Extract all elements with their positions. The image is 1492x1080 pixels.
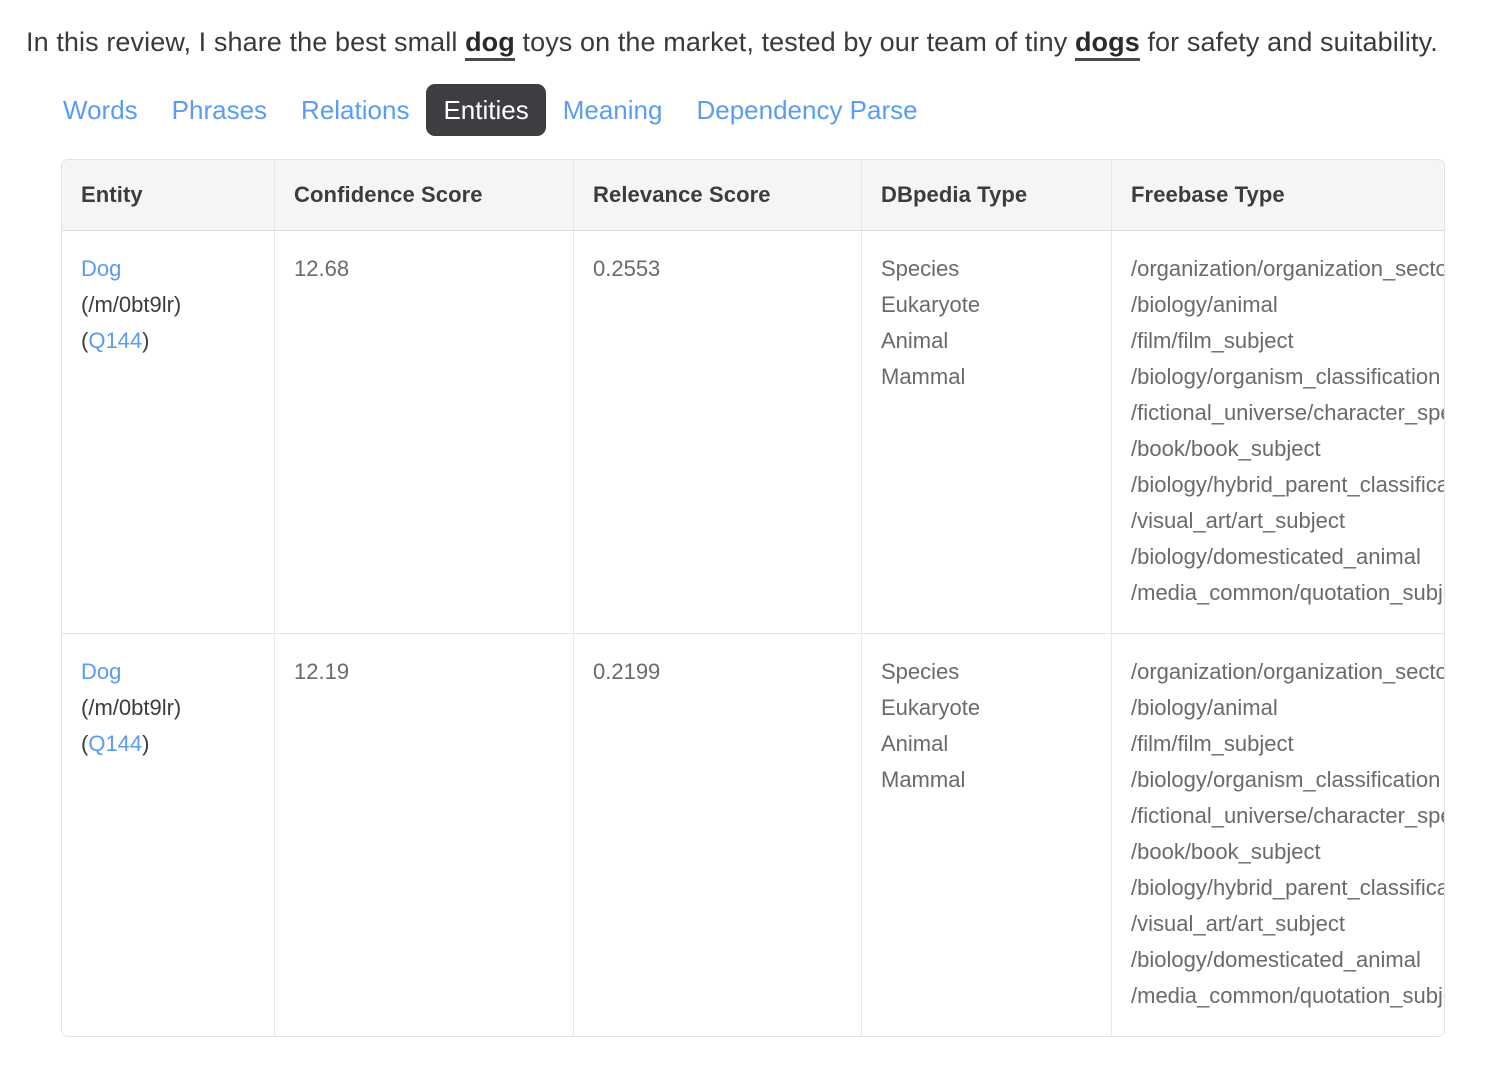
type-item: /fictional_universe/character_species <box>1131 395 1425 431</box>
qid-close-paren: ) <box>142 328 149 353</box>
entity-wikidata-qid-line: (Q144) <box>81 726 255 762</box>
tab-dependency-parse[interactable]: Dependency Parse <box>679 84 934 136</box>
freebase-type-list: /organization/organization_sector/biolog… <box>1131 251 1425 611</box>
entity-wikidata-qid-link[interactable]: Q144 <box>88 328 142 353</box>
type-item: /book/book_subject <box>1131 431 1425 467</box>
entity-wikidata-qid-link[interactable]: Q144 <box>88 731 142 756</box>
type-item: /biology/organism_classification <box>1131 762 1425 798</box>
table-header-row: Entity Confidence Score Relevance Score … <box>62 160 1444 231</box>
freebase-type-list: /organization/organization_sector/biolog… <box>1131 654 1425 1014</box>
type-item: Species <box>881 251 1092 287</box>
column-header-entity: Entity <box>62 160 275 231</box>
tab-relations[interactable]: Relations <box>284 84 426 136</box>
column-header-confidence-score: Confidence Score <box>275 160 574 231</box>
qid-close-paren: ) <box>142 731 149 756</box>
type-item: Species <box>881 654 1092 690</box>
type-item: /film/film_subject <box>1131 323 1425 359</box>
cell-freebase-types: /organization/organization_sector/biolog… <box>1112 231 1445 634</box>
entities-table-body: Dog (/m/0bt9lr) (Q144) 12.68 0.2553 Spec… <box>62 231 1444 1037</box>
type-item: Mammal <box>881 359 1092 395</box>
column-header-dbpedia-type: DBpedia Type <box>862 160 1112 231</box>
type-item: /biology/hybrid_parent_classification <box>1131 467 1425 503</box>
intro-paragraph: In this review, I share the best small d… <box>0 0 1492 73</box>
tab-entities[interactable]: Entities <box>426 84 545 136</box>
tab-words[interactable]: Words <box>46 84 155 136</box>
entity-freebase-mid: (/m/0bt9lr) <box>81 690 255 726</box>
cell-freebase-types: /organization/organization_sector/biolog… <box>1112 634 1445 1037</box>
type-item: /visual_art/art_subject <box>1131 906 1425 942</box>
type-item: /organization/organization_sector <box>1131 654 1425 690</box>
cell-dbpedia-types: SpeciesEukaryoteAnimalMammal <box>862 231 1112 634</box>
entity-identifiers: (/m/0bt9lr) (Q144) <box>81 690 255 762</box>
table-row: Dog (/m/0bt9lr) (Q144) 12.68 0.2553 Spec… <box>62 231 1444 634</box>
column-header-freebase-type: Freebase Type <box>1112 160 1445 231</box>
type-item: /media_common/quotation_subject <box>1131 575 1425 611</box>
cell-confidence-score: 12.19 <box>275 634 574 1037</box>
cell-dbpedia-types: SpeciesEukaryoteAnimalMammal <box>862 634 1112 1037</box>
type-item: /biology/organism_classification <box>1131 359 1425 395</box>
analysis-tab-bar: Words Phrases Relations Entities Meaning… <box>0 82 1492 138</box>
type-item: /media_common/quotation_subject <box>1131 978 1425 1014</box>
type-item: Eukaryote <box>881 690 1092 726</box>
entity-wikidata-qid-line: (Q144) <box>81 323 255 359</box>
type-item: /fictional_universe/character_species <box>1131 798 1425 834</box>
type-item: Eukaryote <box>881 287 1092 323</box>
entity-link[interactable]: Dog <box>81 654 121 690</box>
type-item: Animal <box>881 323 1092 359</box>
cell-relevance-score: 0.2199 <box>574 634 862 1037</box>
intro-text-part-1: In this review, I share the best small <box>26 27 465 57</box>
cell-entity: Dog (/m/0bt9lr) (Q144) <box>62 231 275 634</box>
page-root: In this review, I share the best small d… <box>0 0 1492 1080</box>
cell-relevance-score: 0.2553 <box>574 231 862 634</box>
tab-phrases[interactable]: Phrases <box>155 84 284 136</box>
entity-freebase-mid: (/m/0bt9lr) <box>81 287 255 323</box>
entity-link[interactable]: Dog <box>81 251 121 287</box>
type-item: /book/book_subject <box>1131 834 1425 870</box>
dbpedia-type-list: SpeciesEukaryoteAnimalMammal <box>881 654 1092 798</box>
type-item: /biology/domesticated_animal <box>1131 942 1425 978</box>
cell-confidence-score: 12.68 <box>275 231 574 634</box>
type-item: Mammal <box>881 762 1092 798</box>
table-row: Dog (/m/0bt9lr) (Q144) 12.19 0.2199 Spec… <box>62 634 1444 1037</box>
type-item: /visual_art/art_subject <box>1131 503 1425 539</box>
intro-text-part-3: for safety and suitability. <box>1140 27 1438 57</box>
entities-table: Entity Confidence Score Relevance Score … <box>62 160 1444 1036</box>
type-item: /biology/domesticated_animal <box>1131 539 1425 575</box>
entities-table-container: Entity Confidence Score Relevance Score … <box>61 159 1445 1037</box>
entity-identifiers: (/m/0bt9lr) (Q144) <box>81 287 255 359</box>
type-item: /film/film_subject <box>1131 726 1425 762</box>
cell-entity: Dog (/m/0bt9lr) (Q144) <box>62 634 275 1037</box>
type-item: /biology/animal <box>1131 690 1425 726</box>
type-item: /organization/organization_sector <box>1131 251 1425 287</box>
entities-table-header: Entity Confidence Score Relevance Score … <box>62 160 1444 231</box>
highlighted-term-dogs: dogs <box>1075 27 1140 61</box>
type-item: Animal <box>881 726 1092 762</box>
dbpedia-type-list: SpeciesEukaryoteAnimalMammal <box>881 251 1092 395</box>
tab-meaning[interactable]: Meaning <box>546 84 680 136</box>
type-item: /biology/hybrid_parent_classification <box>1131 870 1425 906</box>
intro-text-part-2: toys on the market, tested by our team o… <box>515 27 1075 57</box>
column-header-relevance-score: Relevance Score <box>574 160 862 231</box>
type-item: /biology/animal <box>1131 287 1425 323</box>
highlighted-term-dog: dog <box>465 27 515 61</box>
